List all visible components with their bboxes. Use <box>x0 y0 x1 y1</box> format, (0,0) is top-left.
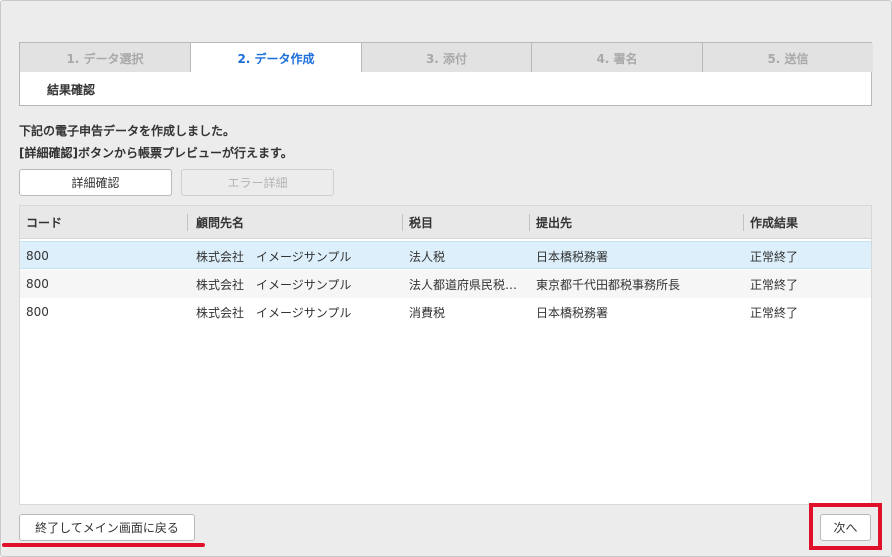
cell-code: 800 <box>26 305 49 319</box>
panel-title: 結果確認 <box>47 83 96 97</box>
error-detail-button: エラー詳細 <box>181 169 334 196</box>
column-header-result[interactable]: 作成結果 <box>750 206 865 239</box>
preview-hint: [詳細確認]ボタンから帳票プレビューが行えます。 <box>19 146 293 160</box>
table-row[interactable]: 800 株式会社 イメージサンプル 消費税 日本橋税務署 正常終了 <box>20 298 871 326</box>
wizard-dialog: 1. データ選択 2. データ作成 3. 添付 4. 署名 5. 送信 結果確認… <box>0 0 892 557</box>
table-row[interactable]: 800 株式会社 イメージサンプル 法人税 日本橋税務署 正常終了 <box>20 241 871 269</box>
back-to-main-button[interactable]: 終了してメイン画面に戻る <box>19 514 195 541</box>
tab-sign: 4. 署名 <box>532 43 703 73</box>
cell-code: 800 <box>26 277 49 291</box>
table-header: コード 顧問先名 税目 提出先 作成結果 <box>20 206 871 239</box>
step-tabs: 1. データ選択 2. データ作成 3. 添付 4. 署名 5. 送信 <box>19 42 873 74</box>
cell-result: 正常終了 <box>750 305 799 320</box>
tab-send: 5. 送信 <box>703 43 873 73</box>
next-button[interactable]: 次へ <box>820 514 871 541</box>
cell-client: 株式会社 イメージサンプル <box>196 277 352 292</box>
cell-tax: 法人税 <box>409 249 446 264</box>
detail-check-button[interactable]: 詳細確認 <box>19 169 172 196</box>
cell-submit-to: 東京都千代田都税事務所長 <box>536 277 681 292</box>
cell-tax: 法人都道府県民税… <box>409 277 518 292</box>
result-message: 下記の電子申告データを作成しました。 <box>19 124 236 138</box>
column-header-tax[interactable]: 税目 <box>409 206 529 239</box>
cell-client: 株式会社 イメージサンプル <box>196 305 352 320</box>
step-panel: 結果確認 <box>19 72 872 106</box>
cell-result: 正常終了 <box>750 249 799 264</box>
cell-tax: 消費税 <box>409 305 446 320</box>
tab-data-select: 1. データ選択 <box>20 43 191 73</box>
column-divider[interactable] <box>529 214 530 231</box>
column-header-client[interactable]: 顧問先名 <box>196 206 401 239</box>
tab-data-create: 2. データ作成 <box>191 43 362 74</box>
cell-code: 800 <box>26 249 49 263</box>
cell-result: 正常終了 <box>750 277 799 292</box>
column-divider[interactable] <box>402 214 403 231</box>
results-table: コード 顧問先名 税目 提出先 作成結果 800 株式会社 イメージサンプル 法… <box>19 205 872 505</box>
cell-submit-to: 日本橋税務署 <box>536 249 609 264</box>
column-header-code[interactable]: コード <box>26 206 186 239</box>
cell-submit-to: 日本橋税務署 <box>536 305 609 320</box>
column-divider[interactable] <box>743 214 744 231</box>
cell-client: 株式会社 イメージサンプル <box>196 249 352 264</box>
table-row[interactable]: 800 株式会社 イメージサンプル 法人都道府県民税… 東京都千代田都税事務所長… <box>20 270 871 298</box>
column-header-submit-to[interactable]: 提出先 <box>536 206 741 239</box>
tab-attach: 3. 添付 <box>362 43 532 73</box>
highlight-underline <box>2 543 205 547</box>
column-divider[interactable] <box>187 214 188 231</box>
